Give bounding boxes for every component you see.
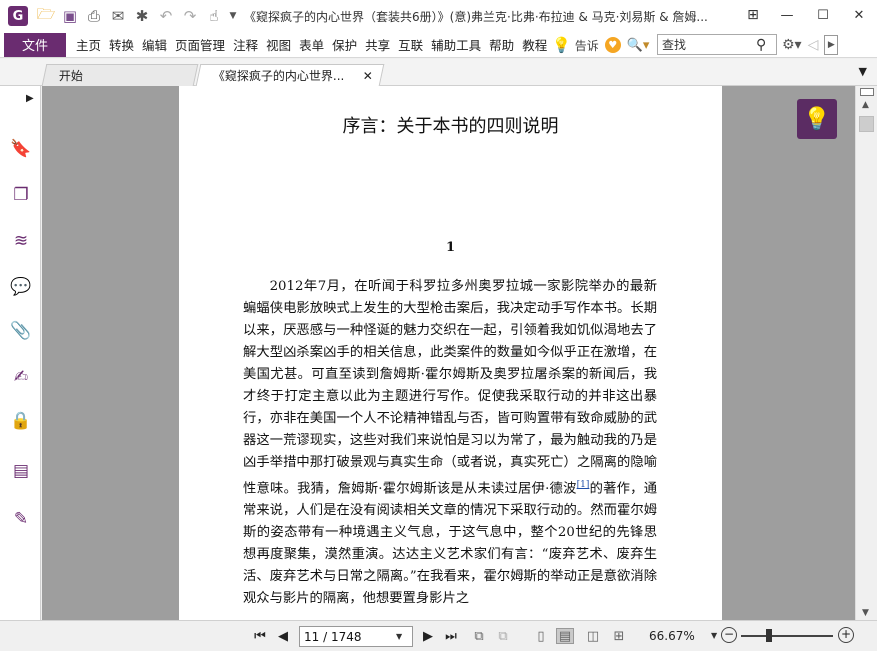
next-page-icon[interactable]: ▶ <box>418 626 438 646</box>
zoom-slider-track[interactable] <box>741 635 833 637</box>
close-tab-icon[interactable]: ✕ <box>363 69 373 83</box>
page-dropdown-icon[interactable]: ▼ <box>396 632 402 641</box>
menu-comment[interactable]: 注释 <box>229 35 262 54</box>
zoom-in-icon[interactable]: + <box>838 627 854 643</box>
title-bar: G 🗁 ▣ ⎙ ✉ ✱ ↶ ↷ ☝ ▼ 《窥探疯子的内心世界（套装共6册）》(意… <box>0 0 877 32</box>
open-folder-icon[interactable]: 🗁 <box>36 5 56 26</box>
single-page-icon[interactable]: ▯ <box>532 628 550 644</box>
pdf-page: 序言：关于本书的四则说明 1 2012年7月，在听闻于科罗拉多州奥罗拉城一家影院… <box>179 86 722 620</box>
zoom-out-icon[interactable]: − <box>721 627 737 643</box>
page-number-input[interactable] <box>300 627 396 646</box>
menu-connect[interactable]: 互联 <box>394 35 427 54</box>
menu-convert[interactable]: 转换 <box>105 35 138 54</box>
document-viewport[interactable]: 序言：关于本书的四则说明 1 2012年7月，在听闻于科罗拉多州奥罗拉城一家影院… <box>42 86 855 620</box>
assistant-lightbulb-icon[interactable]: 💡 <box>797 99 837 139</box>
window-title: 《窥探疯子的内心世界（套装共6册）》(意)弗兰克·比弗·布拉迪 & 马克·刘易斯… <box>244 9 708 24</box>
page-title: 序言：关于本书的四则说明 <box>342 116 559 137</box>
first-page-icon[interactable]: ⏮ <box>250 626 270 646</box>
menu-home[interactable]: 主页 <box>72 35 105 54</box>
minimize-button[interactable]: — <box>769 0 805 30</box>
navigation-sidebar: ▶ 🔖 ❐ ≋ 💬 📎 ✍ 🔒 ▤ ✎ <box>0 86 41 620</box>
menu-form[interactable]: 表单 <box>295 35 328 54</box>
attachments-icon[interactable]: 📎 <box>10 320 32 342</box>
undo-icon[interactable]: ↶ <box>156 6 176 26</box>
close-button[interactable]: ✕ <box>841 0 877 30</box>
menu-tools: ⚙▾ ◁ ▶ <box>782 32 839 58</box>
paragraph-text-before-note: 2012年7月，在听闻于科罗拉多州奥罗拉城一家影院举办的最新蝙蝠侠电影放映式上发… <box>243 279 657 497</box>
document-tab-bar: 开始 《窥探疯子的内心世界... ✕ ▼ <box>0 59 877 86</box>
status-bar: ⏮ ◀ ▼ ▶ ⏭ ⧉ ⧉ ▯ ▤ ◫ ⊞ 66.67% ▼ − + <box>0 620 877 651</box>
signature-icon[interactable]: ✍ <box>10 366 32 388</box>
tab-document-label: 《窥探疯子的内心世界... <box>212 69 345 83</box>
menu-view[interactable]: 视图 <box>262 35 295 54</box>
last-page-icon[interactable]: ⏭ <box>441 626 461 646</box>
redo-icon[interactable]: ↷ <box>180 6 200 26</box>
search-input[interactable] <box>658 35 756 54</box>
save-icon[interactable]: ▣ <box>60 6 80 26</box>
maximize-button[interactable]: ☐ <box>805 0 841 30</box>
menu-accessibility[interactable]: 辅助工具 <box>427 35 485 54</box>
tell-me-button[interactable]: 告诉 <box>575 37 599 54</box>
search-box: ⚲ <box>657 34 777 55</box>
tab-home[interactable]: 开始 <box>41 64 199 86</box>
lightbulb-icon[interactable]: 💡 <box>552 36 571 54</box>
expand-panel-icon[interactable]: ▶ <box>26 93 34 104</box>
facing-pages-icon[interactable]: ◫ <box>584 628 602 644</box>
layers-icon[interactable]: ≋ <box>10 230 32 252</box>
comments-icon[interactable]: 💬 <box>10 276 32 298</box>
settings-gear-icon[interactable]: ⚙▾ <box>782 37 802 53</box>
previous-page-icon[interactable]: ◀ <box>273 626 293 646</box>
menu-protect[interactable]: 保护 <box>328 35 361 54</box>
zoom-dropdown-icon[interactable]: ▼ <box>711 631 717 640</box>
page-number-box: ▼ <box>299 626 413 647</box>
next-view-icon[interactable]: ⧉ <box>494 628 512 644</box>
tab-list-dropdown-icon[interactable]: ▼ <box>859 65 867 78</box>
menu-help[interactable]: 帮助 <box>485 35 518 54</box>
footnote-link[interactable]: [1] <box>577 480 590 490</box>
tab-document[interactable]: 《窥探疯子的内心世界... ✕ <box>195 64 385 86</box>
security-lock-icon[interactable]: 🔒 <box>10 410 32 432</box>
scroll-down-icon[interactable]: ▼ <box>862 608 869 618</box>
previous-view-icon[interactable]: ⧉ <box>470 628 488 644</box>
tell-me-area: 💡 告诉 ♥ 🔍▾ <box>552 32 649 58</box>
menu-bar: 文件 主页 转换 编辑 页面管理 注释 视图 表单 保护 共享 互联 辅助工具 … <box>0 32 877 58</box>
menu-tutorial[interactable]: 教程 <box>518 35 551 54</box>
app-grid-icon[interactable]: ⊞ <box>737 0 769 30</box>
body-paragraph: 2012年7月，在听闻于科罗拉多州奥罗拉城一家影院举办的最新蝙蝠侠电影放映式上发… <box>243 276 657 610</box>
hand-tool-icon[interactable]: ☝ <box>204 6 224 26</box>
zoom-level[interactable]: 66.67% <box>649 629 695 643</box>
window-controls: ⊞ — ☐ ✕ <box>737 0 877 30</box>
form-fields-icon[interactable]: ▤ <box>10 460 32 482</box>
new-document-icon[interactable]: ✱ <box>132 6 152 26</box>
ribbon-scroll-icon[interactable]: ▶ <box>824 35 839 55</box>
tab-home-label: 开始 <box>58 69 83 83</box>
customize-dropdown-icon[interactable]: ▼ <box>228 6 238 26</box>
find-options-icon[interactable]: 🔍▾ <box>627 38 650 53</box>
page-thumbnails-icon[interactable]: ❐ <box>10 184 32 206</box>
split-view-handle[interactable] <box>860 88 874 96</box>
menu-items: 主页 转换 编辑 页面管理 注释 视图 表单 保护 共享 互联 辅助工具 帮助 … <box>72 35 551 54</box>
zoom-slider-thumb[interactable] <box>765 629 772 642</box>
continuous-facing-icon[interactable]: ⊞ <box>610 628 628 644</box>
email-icon[interactable]: ✉ <box>108 6 128 26</box>
scrollbar-thumb[interactable] <box>859 116 874 132</box>
quick-access-toolbar: 🗁 ▣ ⎙ ✉ ✱ ↶ ↷ ☝ ▼ <box>36 5 238 26</box>
menu-edit[interactable]: 编辑 <box>138 35 171 54</box>
destinations-icon[interactable]: ✎ <box>10 508 32 530</box>
file-menu-button[interactable]: 文件 <box>4 32 66 57</box>
menu-page-management[interactable]: 页面管理 <box>171 35 229 54</box>
continuous-page-icon[interactable]: ▤ <box>556 628 574 644</box>
vertical-scrollbar[interactable]: ▲ ▼ <box>855 86 877 620</box>
app-logo-icon: G <box>8 6 28 26</box>
bookmark-icon[interactable]: 🔖 <box>10 138 32 160</box>
print-icon[interactable]: ⎙ <box>84 6 104 26</box>
feedback-heart-icon[interactable]: ♥ <box>604 37 621 53</box>
menu-share[interactable]: 共享 <box>361 35 394 54</box>
paragraph-text-after-note: 的著作，通常来说，人们是在没有阅读相关文章的情况下采取行动的。然而霍尔姆斯的姿态… <box>243 481 658 607</box>
section-number: 1 <box>445 240 456 255</box>
scroll-up-icon[interactable]: ▲ <box>862 100 869 110</box>
search-icon[interactable]: ⚲ <box>756 37 766 53</box>
nav-back-icon[interactable]: ◁ <box>808 37 819 53</box>
